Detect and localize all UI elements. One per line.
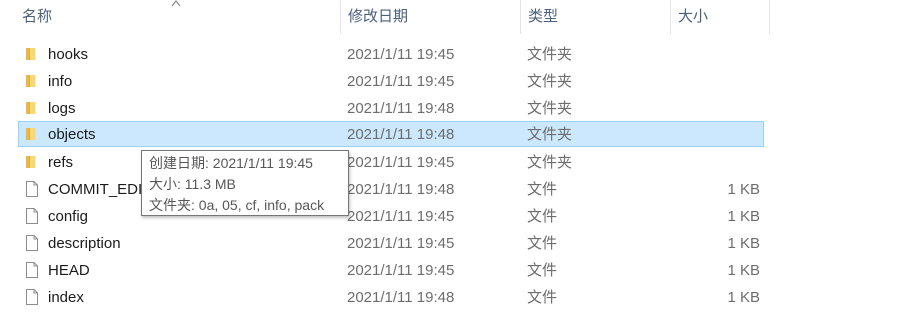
file-date-modified: 2021/1/11 19:45 [347, 208, 455, 225]
file-date-modified: 2021/1/11 19:45 [347, 46, 455, 63]
file-date-modified: 2021/1/11 19:48 [347, 100, 455, 117]
file-name: description [48, 235, 121, 252]
column-header-size[interactable]: 大小 [670, 0, 770, 34]
tooltip-created-date: 创建日期: 2021/1/11 19:45 [149, 155, 313, 171]
file-row[interactable]: hooks 2021/1/11 19:45 文件夹 [18, 41, 764, 67]
file-size [669, 69, 760, 93]
column-header-bar: 名称 修改日期 类型 大小 [0, 0, 898, 34]
file-row[interactable]: refs 2021/1/11 19:45 文件夹 [18, 149, 764, 175]
file-date-modified: 2021/1/11 19:48 [347, 126, 455, 143]
file-date-modified: 2021/1/11 19:45 [347, 154, 455, 171]
file-icon [26, 262, 38, 278]
tooltip-size: 大小: 11.3 MB [149, 176, 236, 192]
file-size [669, 150, 760, 174]
file-icon [26, 181, 38, 197]
file-type: 文件 [527, 289, 558, 306]
file-size [669, 42, 760, 66]
folder-info-tooltip: 创建日期: 2021/1/11 19:45 大小: 11.3 MB 文件夹: 0… [141, 150, 349, 216]
file-type: 文件 [527, 235, 558, 252]
file-icon [26, 289, 38, 305]
folder-icon [26, 156, 36, 168]
file-size: 1 KB [727, 289, 760, 306]
file-row[interactable]: config 2021/1/11 19:45 文件 1 KB [18, 203, 764, 229]
file-size: 1 KB [727, 208, 760, 225]
file-name: objects [48, 126, 96, 143]
file-name: index [48, 289, 84, 306]
column-header-type[interactable]: 类型 [520, 0, 670, 34]
file-date-modified: 2021/1/11 19:45 [347, 235, 455, 252]
file-size: 1 KB [727, 235, 760, 252]
column-divider[interactable] [769, 0, 770, 34]
file-icon [26, 235, 38, 251]
file-name: logs [48, 100, 76, 117]
file-row[interactable]: description 2021/1/11 19:45 文件 1 KB [18, 230, 764, 256]
file-name: HEAD [48, 262, 90, 279]
folder-icon [26, 48, 36, 60]
file-name: hooks [48, 46, 89, 63]
file-name: info [48, 73, 73, 90]
folder-icon [26, 102, 36, 114]
file-type: 文件 [527, 208, 558, 225]
file-date-modified: 2021/1/11 19:48 [347, 289, 455, 306]
file-type: 文件夹 [527, 46, 573, 63]
file-row[interactable]: info 2021/1/11 19:45 文件夹 [18, 68, 764, 94]
column-header-name[interactable]: 名称 [14, 0, 340, 34]
folder-icon [26, 128, 36, 140]
file-type: 文件夹 [527, 100, 573, 117]
file-size [669, 122, 760, 146]
column-header-date-modified[interactable]: 修改日期 [340, 0, 520, 34]
file-row[interactable]: HEAD 2021/1/11 19:45 文件 1 KB [18, 257, 764, 283]
file-row-selected[interactable]: objects 2021/1/11 19:48 文件夹 [18, 121, 764, 147]
file-row[interactable]: logs 2021/1/11 19:48 文件夹 [18, 95, 764, 121]
file-icon [26, 208, 38, 224]
file-type: 文件夹 [527, 126, 573, 143]
file-row[interactable]: COMMIT_EDITMSG 2021/1/11 19:48 文件 1 KB [18, 176, 764, 202]
file-type: 文件夹 [527, 154, 573, 171]
file-size [669, 96, 760, 120]
file-date-modified: 2021/1/11 19:48 [347, 181, 455, 198]
file-size: 1 KB [727, 262, 760, 279]
file-size: 1 KB [727, 181, 760, 198]
file-type: 文件 [527, 181, 558, 198]
file-date-modified: 2021/1/11 19:45 [347, 262, 455, 279]
file-row[interactable]: index 2021/1/11 19:48 文件 1 KB [18, 284, 764, 310]
file-type: 文件 [527, 262, 558, 279]
tooltip-folder-contents: 文件夹: 0a, 05, cf, info, pack [149, 197, 325, 213]
file-type: 文件夹 [527, 73, 573, 90]
folder-icon [26, 75, 36, 87]
file-date-modified: 2021/1/11 19:45 [347, 73, 455, 90]
